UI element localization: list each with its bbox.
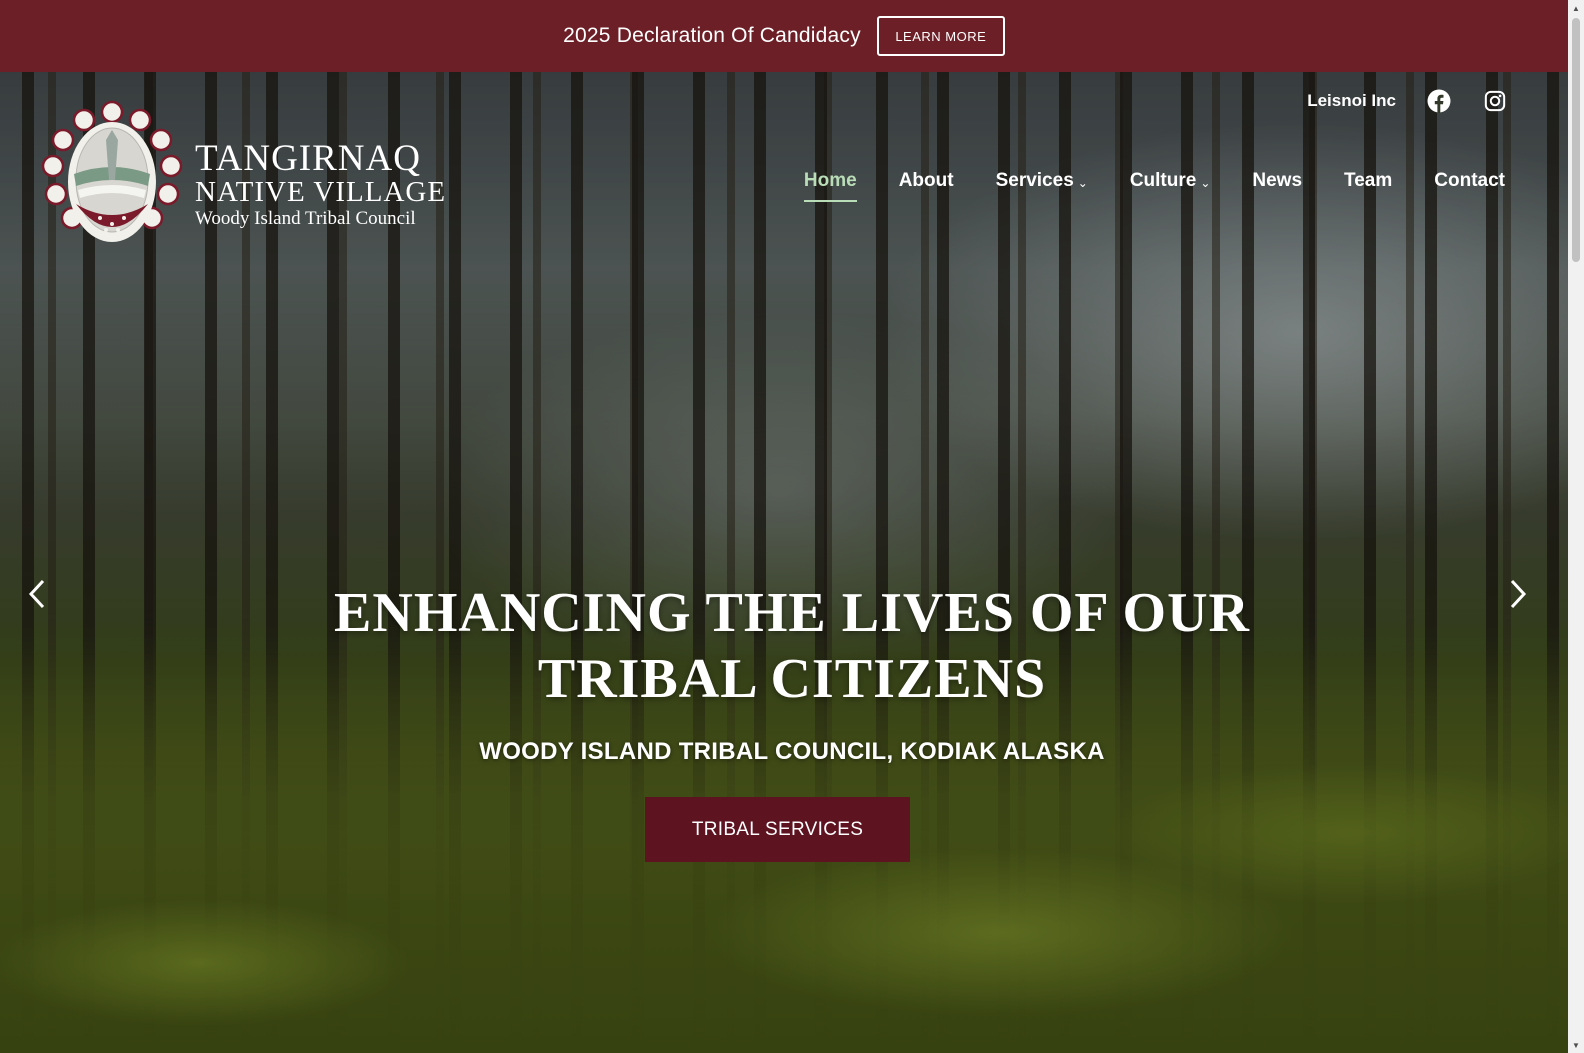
site-logo[interactable]: TANGIRNAQ NATIVE VILLAGE Woody Island Tr… (40, 100, 460, 250)
nav-culture[interactable]: Culture ⌄ (1130, 170, 1211, 192)
scroll-up-icon[interactable]: ▲ (1568, 0, 1584, 16)
leisnoi-link[interactable]: Leisnoi Inc (1307, 91, 1396, 111)
logo-tagline: Woody Island Tribal Council (195, 208, 416, 229)
nav-home[interactable]: Home (803, 170, 857, 202)
nav-about[interactable]: About (899, 170, 954, 192)
announcement-bar: 2025 Declaration Of Candidacy LEARN MORE (0, 0, 1568, 72)
nav-team[interactable]: Team (1344, 170, 1392, 192)
logo-subtitle: NATIVE VILLAGE (195, 176, 447, 208)
utility-links: Leisnoi Inc (1307, 88, 1508, 114)
instagram-icon[interactable] (1482, 88, 1508, 114)
scroll-down-icon[interactable]: ▼ (1568, 1037, 1584, 1053)
announcement-text: 2025 Declaration Of Candidacy (563, 24, 861, 47)
scroll-thumb[interactable] (1572, 18, 1580, 262)
learn-more-button[interactable]: LEARN MORE (876, 16, 1005, 56)
page-scrollbar[interactable]: ▲ ▼ (1568, 0, 1584, 1053)
tribal-services-button[interactable]: TRIBAL SERVICES (645, 797, 910, 862)
nav-contact[interactable]: Contact (1434, 170, 1505, 192)
hero-subtitle: WOODY ISLAND TRIBAL COUNCIL, KODIAK ALAS… (479, 738, 1105, 765)
logo-title: TANGIRNAQ (195, 138, 421, 179)
chevron-down-icon: ⌄ (1077, 176, 1088, 190)
nav-services[interactable]: Services ⌄ (996, 170, 1088, 192)
hero-title: ENHANCING THE LIVES OF OUR TRIBAL CITIZE… (334, 582, 1250, 710)
chevron-down-icon: ⌄ (1200, 176, 1211, 190)
nav-news[interactable]: News (1252, 170, 1302, 192)
main-nav: Home About Services ⌄ Culture ⌄ News Team … (803, 170, 1505, 202)
mask-logo-icon (41, 100, 183, 242)
facebook-icon[interactable] (1426, 88, 1452, 114)
